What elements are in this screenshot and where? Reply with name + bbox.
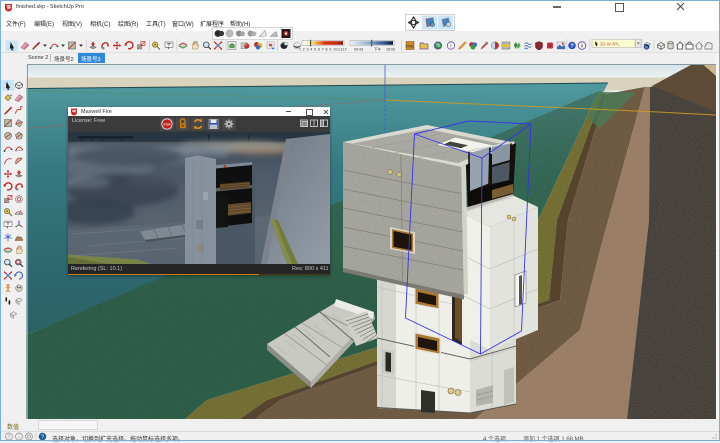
svg-text:STOP: STOP xyxy=(163,122,170,126)
svg-text:?: ? xyxy=(8,434,11,440)
svg-text:PAG: PAG xyxy=(406,44,413,48)
svg-text:i: i xyxy=(18,434,19,440)
svg-text:16:09: 16:09 xyxy=(386,48,395,52)
svg-text:下午: 下午 xyxy=(374,47,382,52)
svg-text:in: in xyxy=(645,44,648,49)
svg-text:09:43: 09:43 xyxy=(354,48,363,52)
svg-text:3D-W-3PL: 3D-W-3PL xyxy=(600,42,620,47)
svg-text:1 2 3 4 5 6 7 8 9 101112: 1 2 3 4 5 6 7 8 9 101112 xyxy=(299,48,347,52)
svg-text:i: i xyxy=(450,43,451,49)
svg-text:?: ? xyxy=(41,435,44,441)
svg-text:?: ? xyxy=(570,44,574,50)
